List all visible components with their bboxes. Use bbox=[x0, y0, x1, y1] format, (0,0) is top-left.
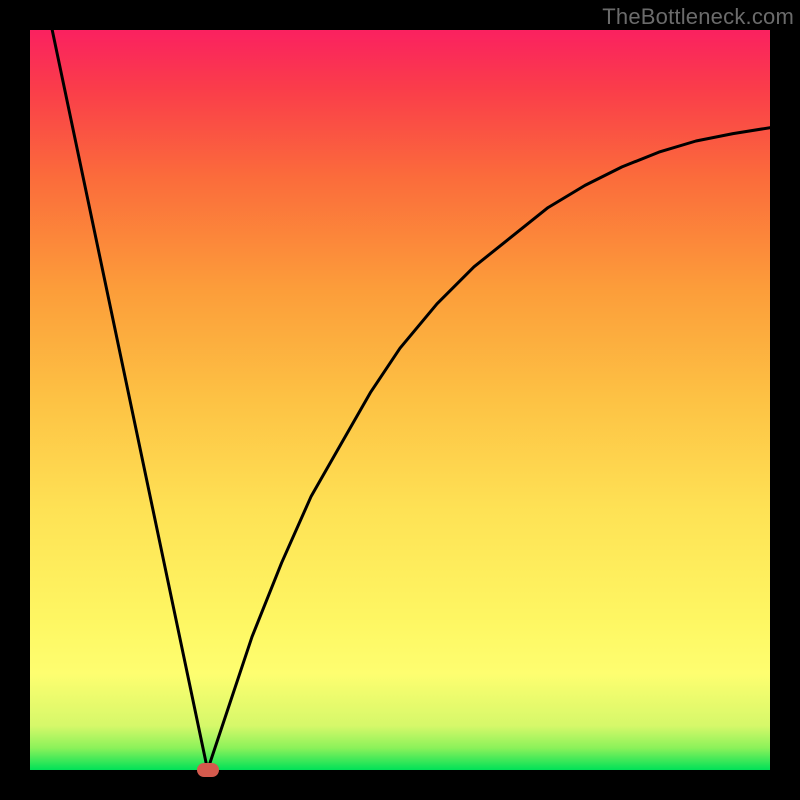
curve-path bbox=[52, 30, 770, 770]
watermark-text: TheBottleneck.com bbox=[602, 4, 794, 30]
chart-curve-svg bbox=[30, 30, 770, 770]
plot-area bbox=[30, 30, 770, 770]
chart-frame: TheBottleneck.com bbox=[0, 0, 800, 800]
minimum-marker bbox=[197, 763, 219, 777]
